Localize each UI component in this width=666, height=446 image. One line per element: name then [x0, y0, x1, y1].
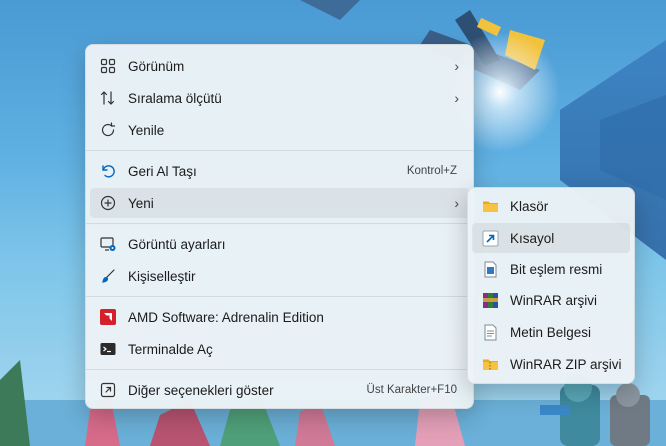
submenu-item-text-document[interactable]: Metin Belgesi — [472, 317, 630, 347]
winrar-zip-icon — [482, 356, 499, 373]
menu-item-label: Görünüm — [128, 58, 185, 74]
more-options-icon — [100, 382, 116, 398]
menu-item-view[interactable]: Görünüm › — [90, 51, 469, 81]
menu-item-open-in-terminal[interactable]: Terminalde Aç — [90, 334, 469, 364]
menu-item-personalize[interactable]: Kişiselleştir — [90, 261, 469, 291]
menu-item-undo-move[interactable]: Geri Al Taşı Kontrol+Z — [90, 156, 469, 186]
submenu-item-label: Bit eşlem resmi — [510, 261, 603, 277]
folder-icon — [482, 198, 499, 215]
shortcut-text: Üst Karakter+F10 — [366, 384, 457, 396]
menu-item-show-more-options[interactable]: Diğer seçenekleri göster Üst Karakter+F1… — [90, 375, 469, 405]
refresh-icon — [100, 122, 116, 138]
menu-item-label: Yeni — [128, 195, 154, 211]
submenu-item-label: Metin Belgesi — [510, 324, 592, 340]
undo-icon — [100, 163, 116, 179]
text-document-icon — [482, 324, 499, 341]
menu-item-label: Kişiselleştir — [128, 268, 196, 284]
display-settings-icon — [100, 236, 116, 252]
menu-item-label: Sıralama ölçütü — [128, 90, 222, 106]
menu-item-display-settings[interactable]: Görüntü ayarları — [90, 229, 469, 259]
brush-icon — [100, 268, 116, 284]
menu-item-label: Yenile — [128, 122, 165, 138]
submenu-item-winrar-archive[interactable]: WinRAR arşivi — [472, 285, 630, 315]
menu-separator — [86, 369, 473, 370]
submenu-item-shortcut[interactable]: Kısayol — [472, 223, 630, 253]
menu-item-label: Diğer seçenekleri göster — [128, 382, 274, 398]
submenu-item-label: WinRAR arşivi — [510, 292, 598, 308]
menu-separator — [86, 150, 473, 151]
add-circle-icon — [100, 195, 116, 211]
menu-item-label: Terminalde Aç — [128, 341, 213, 357]
submenu-item-bitmap[interactable]: Bit eşlem resmi — [472, 254, 630, 284]
submenu-item-winrar-zip[interactable]: WinRAR ZIP arşivi — [472, 349, 630, 379]
menu-separator — [86, 223, 473, 224]
submenu-item-folder[interactable]: Klasör — [472, 191, 630, 221]
menu-item-label: Geri Al Taşı — [128, 163, 197, 179]
submenu-item-label: WinRAR ZIP arşivi — [510, 356, 622, 372]
bitmap-icon — [482, 261, 499, 278]
chevron-right-icon: › — [454, 90, 459, 106]
menu-item-amd-software[interactable]: AMD Software: Adrenalin Edition — [90, 302, 469, 332]
menu-separator — [86, 296, 473, 297]
menu-item-refresh[interactable]: Yenile — [90, 115, 469, 145]
terminal-icon — [100, 341, 116, 357]
submenu-item-label: Klasör — [510, 198, 549, 214]
grid-icon — [100, 58, 116, 74]
winrar-icon — [482, 292, 499, 309]
menu-item-new[interactable]: Yeni › — [90, 188, 469, 218]
menu-item-label: Görüntü ayarları — [128, 236, 226, 252]
menu-item-label: AMD Software: Adrenalin Edition — [128, 309, 324, 325]
submenu-item-label: Kısayol — [510, 230, 555, 246]
amd-icon — [100, 309, 116, 325]
sort-icon — [100, 90, 116, 106]
new-submenu: Klasör Kısayol Bit eşlem resmi WinRAR ar… — [467, 187, 635, 384]
desktop-context-menu: Görünüm › Sıralama ölçütü › Yenile Geri … — [85, 44, 474, 409]
shortcut-icon — [482, 230, 499, 247]
shortcut-text: Kontrol+Z — [406, 165, 457, 177]
chevron-right-icon: › — [454, 58, 459, 74]
chevron-right-icon: › — [454, 195, 459, 211]
menu-item-sort-by[interactable]: Sıralama ölçütü › — [90, 83, 469, 113]
